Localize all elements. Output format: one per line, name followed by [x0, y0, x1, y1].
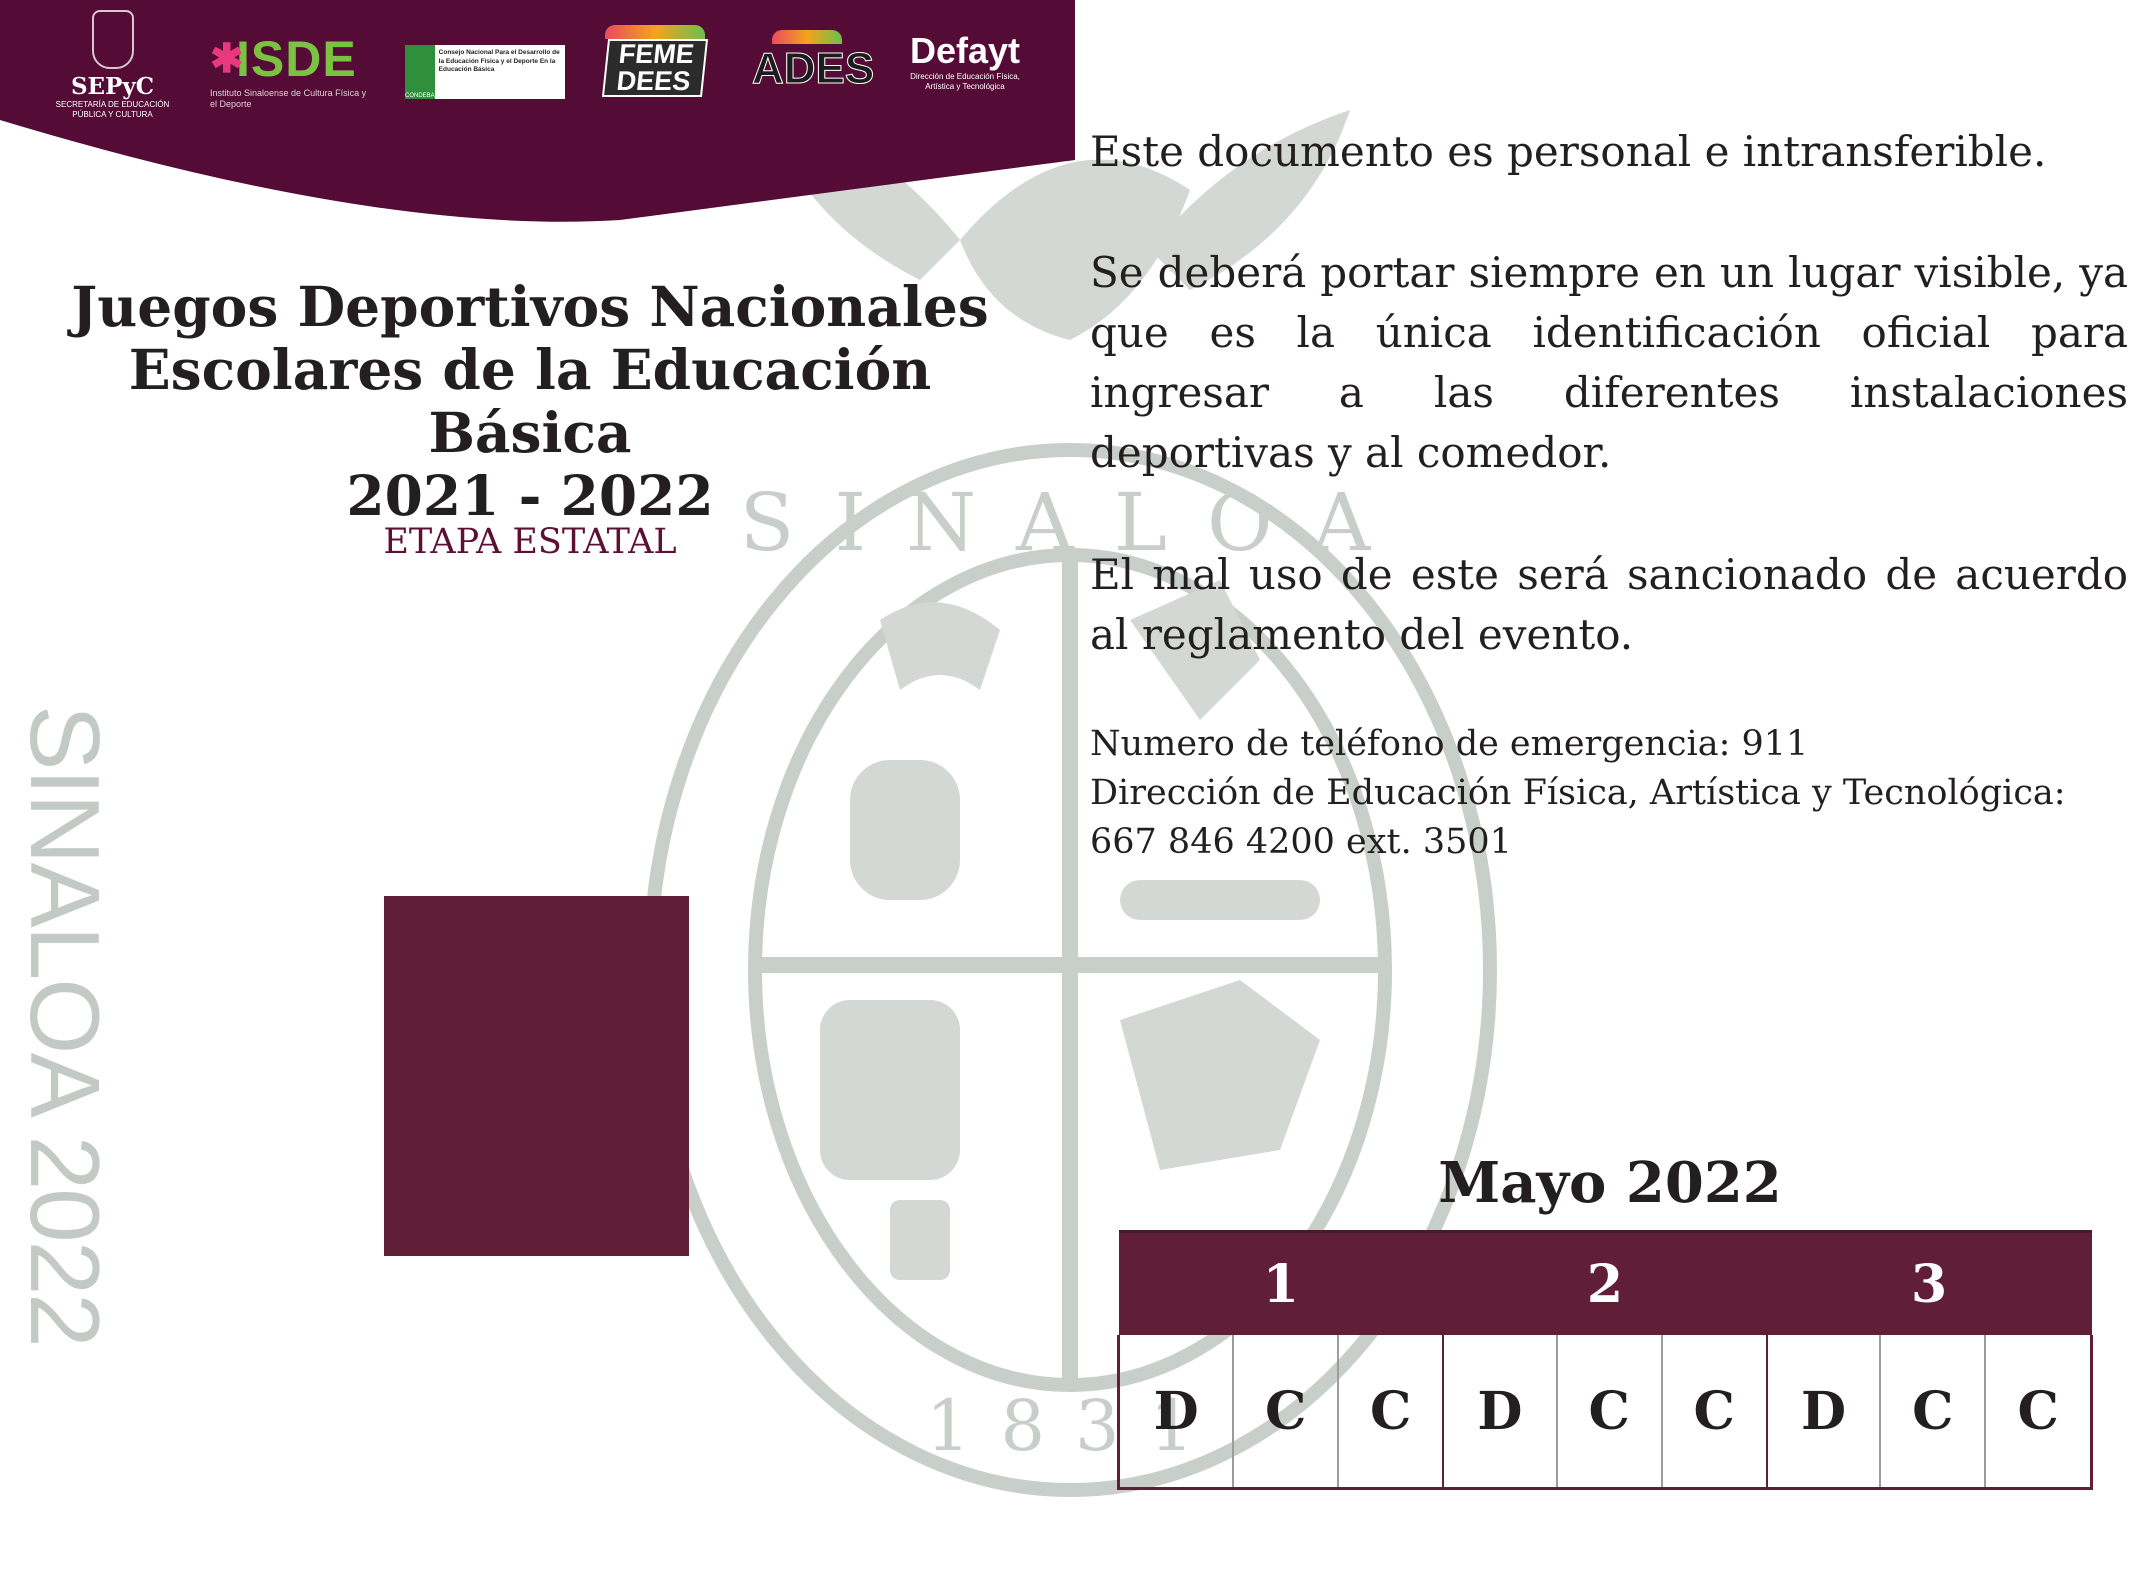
contact-info: Numero de teléfono de emergencia: 911 Di… — [1090, 720, 2128, 867]
event-stage: ETAPA ESTATAL — [383, 522, 677, 562]
meal-cell: C — [1337, 1335, 1444, 1490]
event-title: Juegos Deportivos Nacionales Escolares d… — [30, 275, 1030, 527]
schedule-meal-row: D C C D C C D C C — [1117, 1335, 2094, 1490]
defayt-logo-subtitle: Dirección de Educación Física, Artística… — [910, 72, 1020, 91]
day-header: 3 — [1766, 1230, 2092, 1335]
meal-cell: C — [1984, 1335, 2094, 1490]
sepyc-logo: SEPyC SECRETARÍA DE EDUCACIÓN PÚBLICA Y … — [40, 10, 185, 120]
notice-paragraph-2: Se deberá portar siempre en un lugar vis… — [1090, 248, 2128, 477]
notice-paragraph-3: El mal uso de este será sancionado de ac… — [1090, 550, 2128, 659]
meal-cell: C — [1555, 1335, 1662, 1490]
meal-cell: C — [1660, 1335, 1767, 1490]
ades-flame-icon — [772, 30, 842, 44]
event-title-line2: Escolares de la Educación Básica — [128, 337, 932, 465]
condeba-logo: CONDEBA Consejo Nacional Para el Desarro… — [405, 45, 565, 99]
sepyc-crest-icon — [91, 10, 134, 69]
office-phone: 667 846 4200 ext. 3501 — [1090, 822, 1512, 862]
schedule-header-row: 1 2 3 — [1118, 1230, 2092, 1335]
event-title-line1: Juegos Deportivos Nacionales — [71, 274, 989, 339]
ades-logo: ADES — [752, 30, 875, 94]
meal-schedule-table: 1 2 3 D C C D C C D C C — [1117, 1230, 2094, 1490]
isde-logo-subtitle: Instituto Sinaloense de Cultura Física y… — [210, 88, 367, 109]
defayt-logo: Defayt Dirección de Educación Física, Ar… — [900, 30, 1030, 92]
femedees-logo-text: FEME DEES — [601, 39, 709, 97]
day-header: 2 — [1443, 1230, 1767, 1335]
femedees-flame-icon — [605, 25, 705, 39]
schedule-month: Mayo 2022 — [1438, 1150, 1782, 1216]
meal-cell: D — [1765, 1335, 1881, 1490]
ades-logo-text: ADES — [752, 44, 875, 94]
femedees-line2: DEES — [615, 66, 692, 96]
femedees-line1: FEME — [617, 39, 696, 69]
emergency-phone: Numero de teléfono de emergencia: 911 — [1090, 724, 1809, 764]
meal-cell: D — [1117, 1335, 1234, 1490]
notice-paragraph-1: Este documento es personal e intransferi… — [1090, 127, 2047, 176]
meal-cell: C — [1879, 1335, 1986, 1490]
header-banner: SEPyC SECRETARÍA DE EDUCACIÓN PÚBLICA Y … — [0, 0, 1075, 235]
day-header: 1 — [1118, 1230, 1444, 1335]
side-vertical-text: SINALOA 2022 — [10, 705, 120, 1346]
meal-cell: D — [1442, 1335, 1557, 1490]
sepyc-logo-subtitle: SECRETARÍA DE EDUCACIÓN PÚBLICA Y CULTUR… — [55, 100, 170, 119]
isde-figure-icon: ✱ — [210, 37, 244, 81]
event-title-line3: 2021 - 2022 — [346, 463, 714, 528]
office-name: Dirección de Educación Física, Artística… — [1090, 773, 2066, 813]
condeba-logo-text: Consejo Nacional Para el Desarrollo de l… — [438, 49, 560, 73]
defayt-logo-text: Defayt — [909, 30, 1021, 71]
sepyc-logo-text: SEPyC — [70, 73, 155, 100]
femedees-logo: FEME DEES — [601, 25, 709, 97]
condeba-badge: CONDEBA — [405, 45, 435, 99]
meal-cell: C — [1232, 1335, 1339, 1490]
isde-logo: ✱ ISDE Instituto Sinaloense de Cultura F… — [210, 30, 370, 110]
photo-placeholder — [384, 896, 689, 1256]
